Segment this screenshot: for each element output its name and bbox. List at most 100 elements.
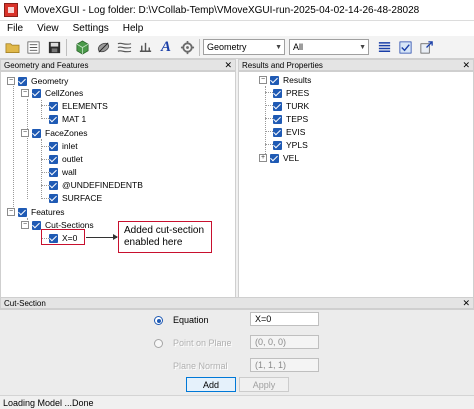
checkbox-checked-icon[interactable]: [49, 180, 58, 190]
collapse-icon[interactable]: −: [7, 77, 15, 85]
tree-line: [27, 99, 28, 199]
tree-line: [265, 86, 266, 156]
tree-node-undefinedentb[interactable]: @UNDEFINEDENTB: [49, 179, 143, 191]
menu-bar: File View Settings Help: [0, 21, 474, 36]
checkbox-checked-icon[interactable]: [49, 193, 58, 203]
menu-file[interactable]: File: [0, 23, 30, 34]
equation-input[interactable]: X=0: [250, 312, 319, 326]
checkbox-checked-icon[interactable]: [273, 88, 282, 98]
point-on-plane-radio[interactable]: [154, 339, 163, 348]
tree-node-label: TURK: [286, 101, 310, 111]
checkbox-checked-icon[interactable]: [32, 220, 41, 230]
collapse-icon[interactable]: −: [259, 76, 267, 84]
checkbox-checked-icon[interactable]: [273, 140, 282, 150]
tree-node-mat1[interactable]: MAT 1: [49, 113, 86, 125]
menu-view[interactable]: View: [30, 23, 66, 34]
text-label-button[interactable]: A: [157, 38, 175, 56]
probe-button[interactable]: [136, 38, 154, 56]
collapse-icon[interactable]: −: [21, 89, 29, 97]
toolbar: A Geometry ▼ All ▼: [0, 36, 474, 59]
add-button[interactable]: Add: [186, 377, 236, 392]
geometry-panel-header: Geometry and Features ✕: [0, 59, 236, 71]
tree-node-evis[interactable]: EVIS: [273, 126, 305, 138]
checkbox-checked-icon[interactable]: [32, 88, 41, 98]
checkbox-checked-icon[interactable]: [270, 153, 279, 163]
close-icon[interactable]: ✕: [462, 60, 470, 71]
tree-node-label: outlet: [62, 154, 83, 164]
collapse-icon[interactable]: −: [21, 129, 29, 137]
tree-line: [265, 105, 273, 106]
checkbox-checked-icon[interactable]: [49, 167, 58, 177]
checkbox-checked-icon[interactable]: [18, 76, 27, 86]
tree-node-pres[interactable]: PRES: [273, 87, 309, 99]
checkbox-checked-icon[interactable]: [49, 154, 58, 164]
folder-icon: [5, 42, 19, 53]
tree-node-label: CellZones: [45, 88, 84, 98]
tree-node-label: YPLS: [286, 140, 308, 150]
settings-button[interactable]: [178, 38, 196, 56]
checkbox-checked-icon[interactable]: [49, 141, 58, 151]
point-on-plane-label: Point on Plane: [173, 338, 232, 348]
check-view-button[interactable]: [396, 38, 414, 56]
save-button[interactable]: [45, 38, 63, 56]
tree-node-label: Results: [283, 75, 312, 85]
tree-node-ypls[interactable]: YPLS: [273, 139, 308, 151]
close-icon[interactable]: ✕: [462, 298, 470, 309]
tree-node-outlet[interactable]: outlet: [49, 153, 83, 165]
menu-help[interactable]: Help: [116, 23, 151, 34]
expand-icon[interactable]: +: [259, 154, 267, 162]
checkbox-checked-icon[interactable]: [273, 127, 282, 137]
tree-node-geometry[interactable]: − Geometry: [7, 75, 68, 87]
tree-node-label: @UNDEFINEDENTB: [62, 180, 143, 190]
stream-button[interactable]: [115, 38, 133, 56]
tree-node-results[interactable]: − Results: [259, 74, 311, 86]
scope-combo[interactable]: All ▼: [289, 39, 369, 55]
collapse-icon[interactable]: −: [7, 208, 15, 216]
cut-plane-button[interactable]: [94, 38, 112, 56]
checkbox-checked-icon[interactable]: [49, 114, 58, 124]
cut-section-panel: Equation X=0 Point on Plane (0, 0, 0) Pl…: [0, 309, 474, 395]
tree-node-label: MAT 1: [62, 114, 87, 124]
gear-icon: [180, 40, 194, 54]
checkbox-checked-icon[interactable]: [273, 101, 282, 111]
toolbar-separator: [199, 38, 200, 56]
chevron-down-icon: ▼: [359, 43, 366, 51]
check-view-icon: [399, 41, 411, 53]
filter-combo[interactable]: Geometry ▼: [203, 39, 285, 55]
tree-node-teps[interactable]: TEPS: [273, 113, 308, 125]
equation-radio[interactable]: [154, 316, 163, 325]
tree-node-features[interactable]: − Features: [7, 206, 65, 218]
tree-node-inlet[interactable]: inlet: [49, 140, 78, 152]
checkbox-checked-icon[interactable]: [18, 207, 27, 217]
tree-node-facezones[interactable]: − FaceZones: [21, 127, 88, 139]
open-folder-button[interactable]: [3, 38, 21, 56]
list-view-button[interactable]: [375, 38, 393, 56]
checkbox-checked-icon[interactable]: [270, 75, 279, 85]
tree-node-elements[interactable]: ELEMENTS: [49, 100, 108, 112]
tree-node-label: Features: [31, 207, 65, 217]
apply-button[interactable]: Apply: [239, 377, 289, 392]
collapse-icon[interactable]: −: [21, 221, 29, 229]
cut-section-panel-title: Cut-Section: [4, 298, 46, 308]
plane-normal-input[interactable]: (1, 1, 1): [250, 358, 319, 372]
cube-button[interactable]: [73, 38, 91, 56]
tree-node-turk[interactable]: TURK: [273, 100, 309, 112]
tree-node-label: TEPS: [286, 114, 309, 124]
tree-node-cellzones[interactable]: − CellZones: [21, 87, 83, 99]
checkbox-checked-icon[interactable]: [32, 128, 41, 138]
tree-node-wall[interactable]: wall: [49, 166, 77, 178]
menu-settings[interactable]: Settings: [66, 23, 116, 34]
tree-node-vel[interactable]: + VEL: [259, 152, 299, 164]
checkbox-checked-icon[interactable]: [273, 114, 282, 124]
tree-node-surface[interactable]: SURFACE: [49, 192, 102, 204]
cut-plane-icon: [97, 41, 109, 53]
point-on-plane-input[interactable]: (0, 0, 0): [250, 335, 319, 349]
list-button[interactable]: [24, 38, 42, 56]
export-button[interactable]: [417, 38, 435, 56]
cut-section-panel-header: Cut-Section ✕: [0, 297, 474, 309]
checkbox-checked-icon[interactable]: [49, 101, 58, 111]
list-icon: [27, 41, 39, 53]
close-icon[interactable]: ✕: [224, 60, 232, 71]
cube-icon: [76, 40, 88, 54]
tree-line: [41, 139, 42, 199]
